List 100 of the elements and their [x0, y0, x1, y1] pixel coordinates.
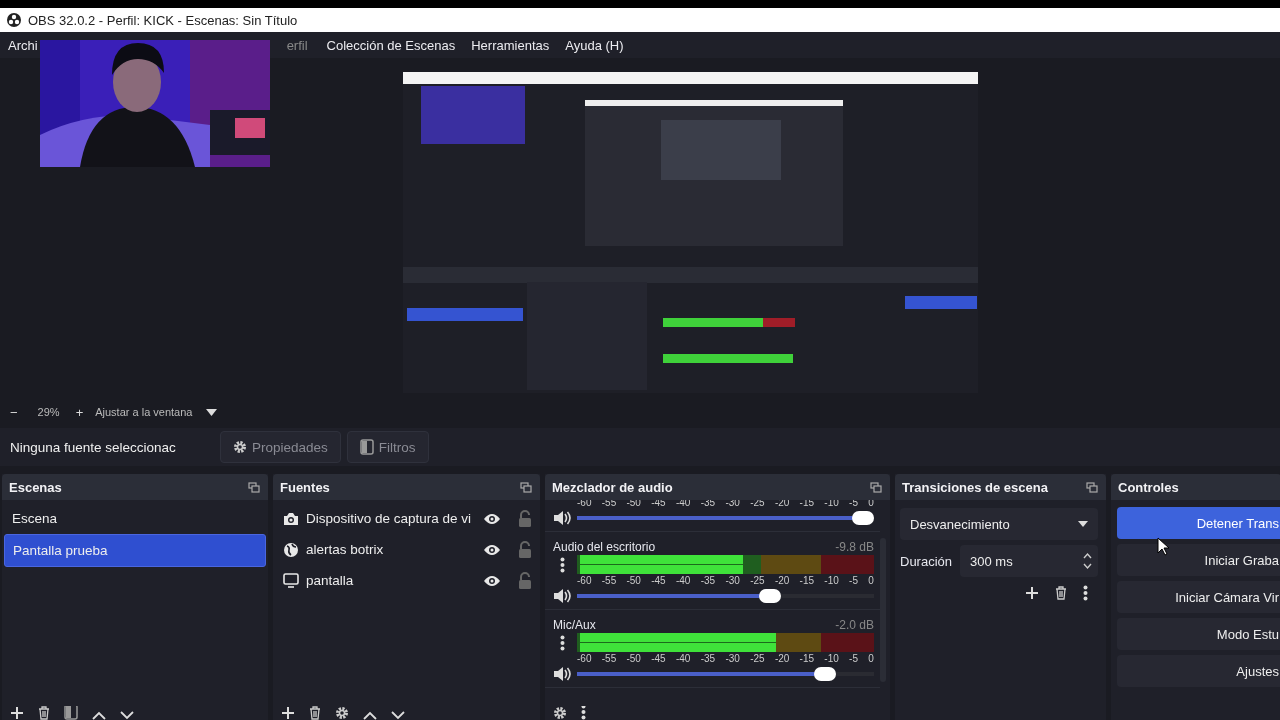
scale-label: -20	[774, 574, 790, 587]
scale-label: -40	[675, 574, 691, 587]
control-button[interactable]: Ajustes	[1117, 655, 1280, 687]
camera-icon	[283, 511, 299, 526]
globe-icon	[283, 541, 299, 558]
scale-label: 0	[868, 652, 874, 665]
zoom-level: 29%	[37, 406, 60, 418]
duration-label: Duración	[900, 553, 953, 569]
selection-status: Ninguna fuente seleccionac	[10, 439, 177, 455]
source-item[interactable]: Dispositivo de captura de vi	[306, 511, 476, 526]
dropdown-arrow-icon	[1078, 521, 1088, 527]
scale-label: -10	[824, 652, 839, 665]
slider-handle[interactable]	[852, 511, 874, 525]
scale-label: -45	[651, 500, 666, 509]
scale-label: -45	[651, 574, 666, 587]
source-item[interactable]: alertas botrix	[306, 542, 476, 557]
settings-icon[interactable]	[335, 706, 349, 720]
zoom-out-button[interactable]: −	[10, 404, 18, 420]
trash-icon[interactable]	[309, 706, 321, 720]
gear-icon	[233, 440, 247, 454]
eye-icon[interactable]	[483, 543, 501, 556]
more-icon[interactable]	[581, 706, 586, 720]
slider-handle[interactable]	[758, 589, 781, 603]
speaker-icon[interactable]	[553, 588, 571, 604]
scale-label: -25	[750, 652, 765, 665]
scale-label: -60	[577, 652, 592, 665]
eye-icon[interactable]	[483, 512, 501, 525]
control-button[interactable]: Iniciar Cámara Vir	[1117, 581, 1280, 613]
scale-label: -30	[725, 652, 740, 665]
speaker-icon[interactable]	[553, 510, 571, 526]
float-icon[interactable]	[248, 481, 260, 493]
trash-icon[interactable]	[1055, 586, 1067, 600]
source-item[interactable]: pantalla	[306, 573, 476, 588]
scale-label: -40	[675, 652, 691, 665]
volume-reading: -2.0 dB	[835, 618, 874, 633]
scale-label: -10	[824, 574, 839, 587]
spinner-arrows-icon[interactable]	[1083, 552, 1092, 570]
filter-icon	[359, 439, 374, 455]
speaker-icon[interactable]	[553, 666, 571, 682]
scale-label: -30	[725, 574, 740, 587]
menu-item[interactable]: Archi	[8, 37, 38, 53]
scale-label: -35	[700, 574, 716, 587]
transition-dropdown[interactable]: Desvanecimiento	[900, 508, 1098, 540]
scale-label: -25	[750, 574, 765, 587]
panel-title: Escenas	[9, 479, 62, 495]
panel-title: Fuentes	[280, 479, 330, 495]
menu-item[interactable]: erfil	[286, 37, 308, 53]
menu-item[interactable]: Colección de Escenas	[326, 37, 456, 53]
control-button[interactable]: Modo Estu	[1117, 618, 1280, 650]
slider-handle[interactable]	[813, 667, 836, 681]
control-button[interactable]: Iniciar Graba	[1117, 544, 1280, 576]
trash-icon[interactable]	[38, 706, 50, 720]
lock-icon[interactable]	[518, 509, 532, 528]
volume-reading: -9.8 dB	[835, 540, 874, 555]
control-button[interactable]: Detener Trans	[1117, 507, 1280, 539]
channel-name: Audio del escritorio	[553, 540, 656, 555]
chevron-down-icon[interactable]	[120, 711, 134, 720]
cursor-icon	[1157, 537, 1169, 556]
scale-label: -50	[626, 574, 641, 587]
chevron-up-icon[interactable]	[363, 711, 377, 720]
scale-label: -35	[700, 652, 716, 665]
chevron-down-icon[interactable]	[391, 711, 405, 720]
scale-label: -15	[799, 574, 815, 587]
lock-icon[interactable]	[518, 540, 532, 559]
app-logo-icon	[7, 13, 21, 27]
float-icon[interactable]	[870, 481, 882, 493]
add-icon[interactable]	[10, 706, 24, 720]
more-icon[interactable]	[559, 634, 565, 651]
duration-field[interactable]: 300 ms	[960, 545, 1098, 577]
float-icon[interactable]	[1086, 481, 1098, 493]
fit-option[interactable]: Ajustar a la ventana	[95, 406, 193, 418]
add-icon[interactable]	[1025, 586, 1039, 600]
scale-label: -15	[799, 500, 815, 509]
panel-title: Mezclador de audio	[552, 479, 673, 495]
scale-label: -5	[849, 500, 858, 509]
eye-icon[interactable]	[483, 574, 501, 587]
scale-label: -20	[774, 652, 790, 665]
float-icon[interactable]	[520, 481, 532, 493]
menu-item[interactable]: Ayuda (H)	[565, 37, 624, 53]
chevron-up-icon[interactable]	[92, 711, 106, 720]
scale-label: -50	[626, 652, 641, 665]
zoom-in-button[interactable]: +	[75, 404, 84, 420]
more-icon[interactable]	[1083, 585, 1088, 601]
scale-label: -60	[577, 574, 592, 587]
scale-label: -45	[651, 652, 666, 665]
more-icon[interactable]	[559, 556, 565, 573]
scale-label: -15	[799, 652, 815, 665]
channel-name: Mic/Aux	[553, 618, 596, 633]
menu-item[interactable]: Herramientas	[471, 37, 550, 53]
scale-label: -55	[601, 574, 617, 587]
filter-icon[interactable]	[64, 706, 78, 720]
gears-icon[interactable]	[553, 706, 567, 720]
scale-label: -55	[601, 500, 617, 509]
monitor-icon	[283, 573, 299, 588]
scene-item[interactable]: Escena	[4, 503, 266, 534]
lock-icon[interactable]	[518, 571, 532, 590]
scene-item[interactable]: Pantalla prueba	[4, 534, 266, 567]
window-title: OBS 32.0.2 - Perfil: KICK - Escenas: Sin Título	[28, 12, 298, 28]
dropdown-arrow-icon[interactable]	[206, 408, 218, 416]
add-icon[interactable]	[281, 706, 295, 720]
